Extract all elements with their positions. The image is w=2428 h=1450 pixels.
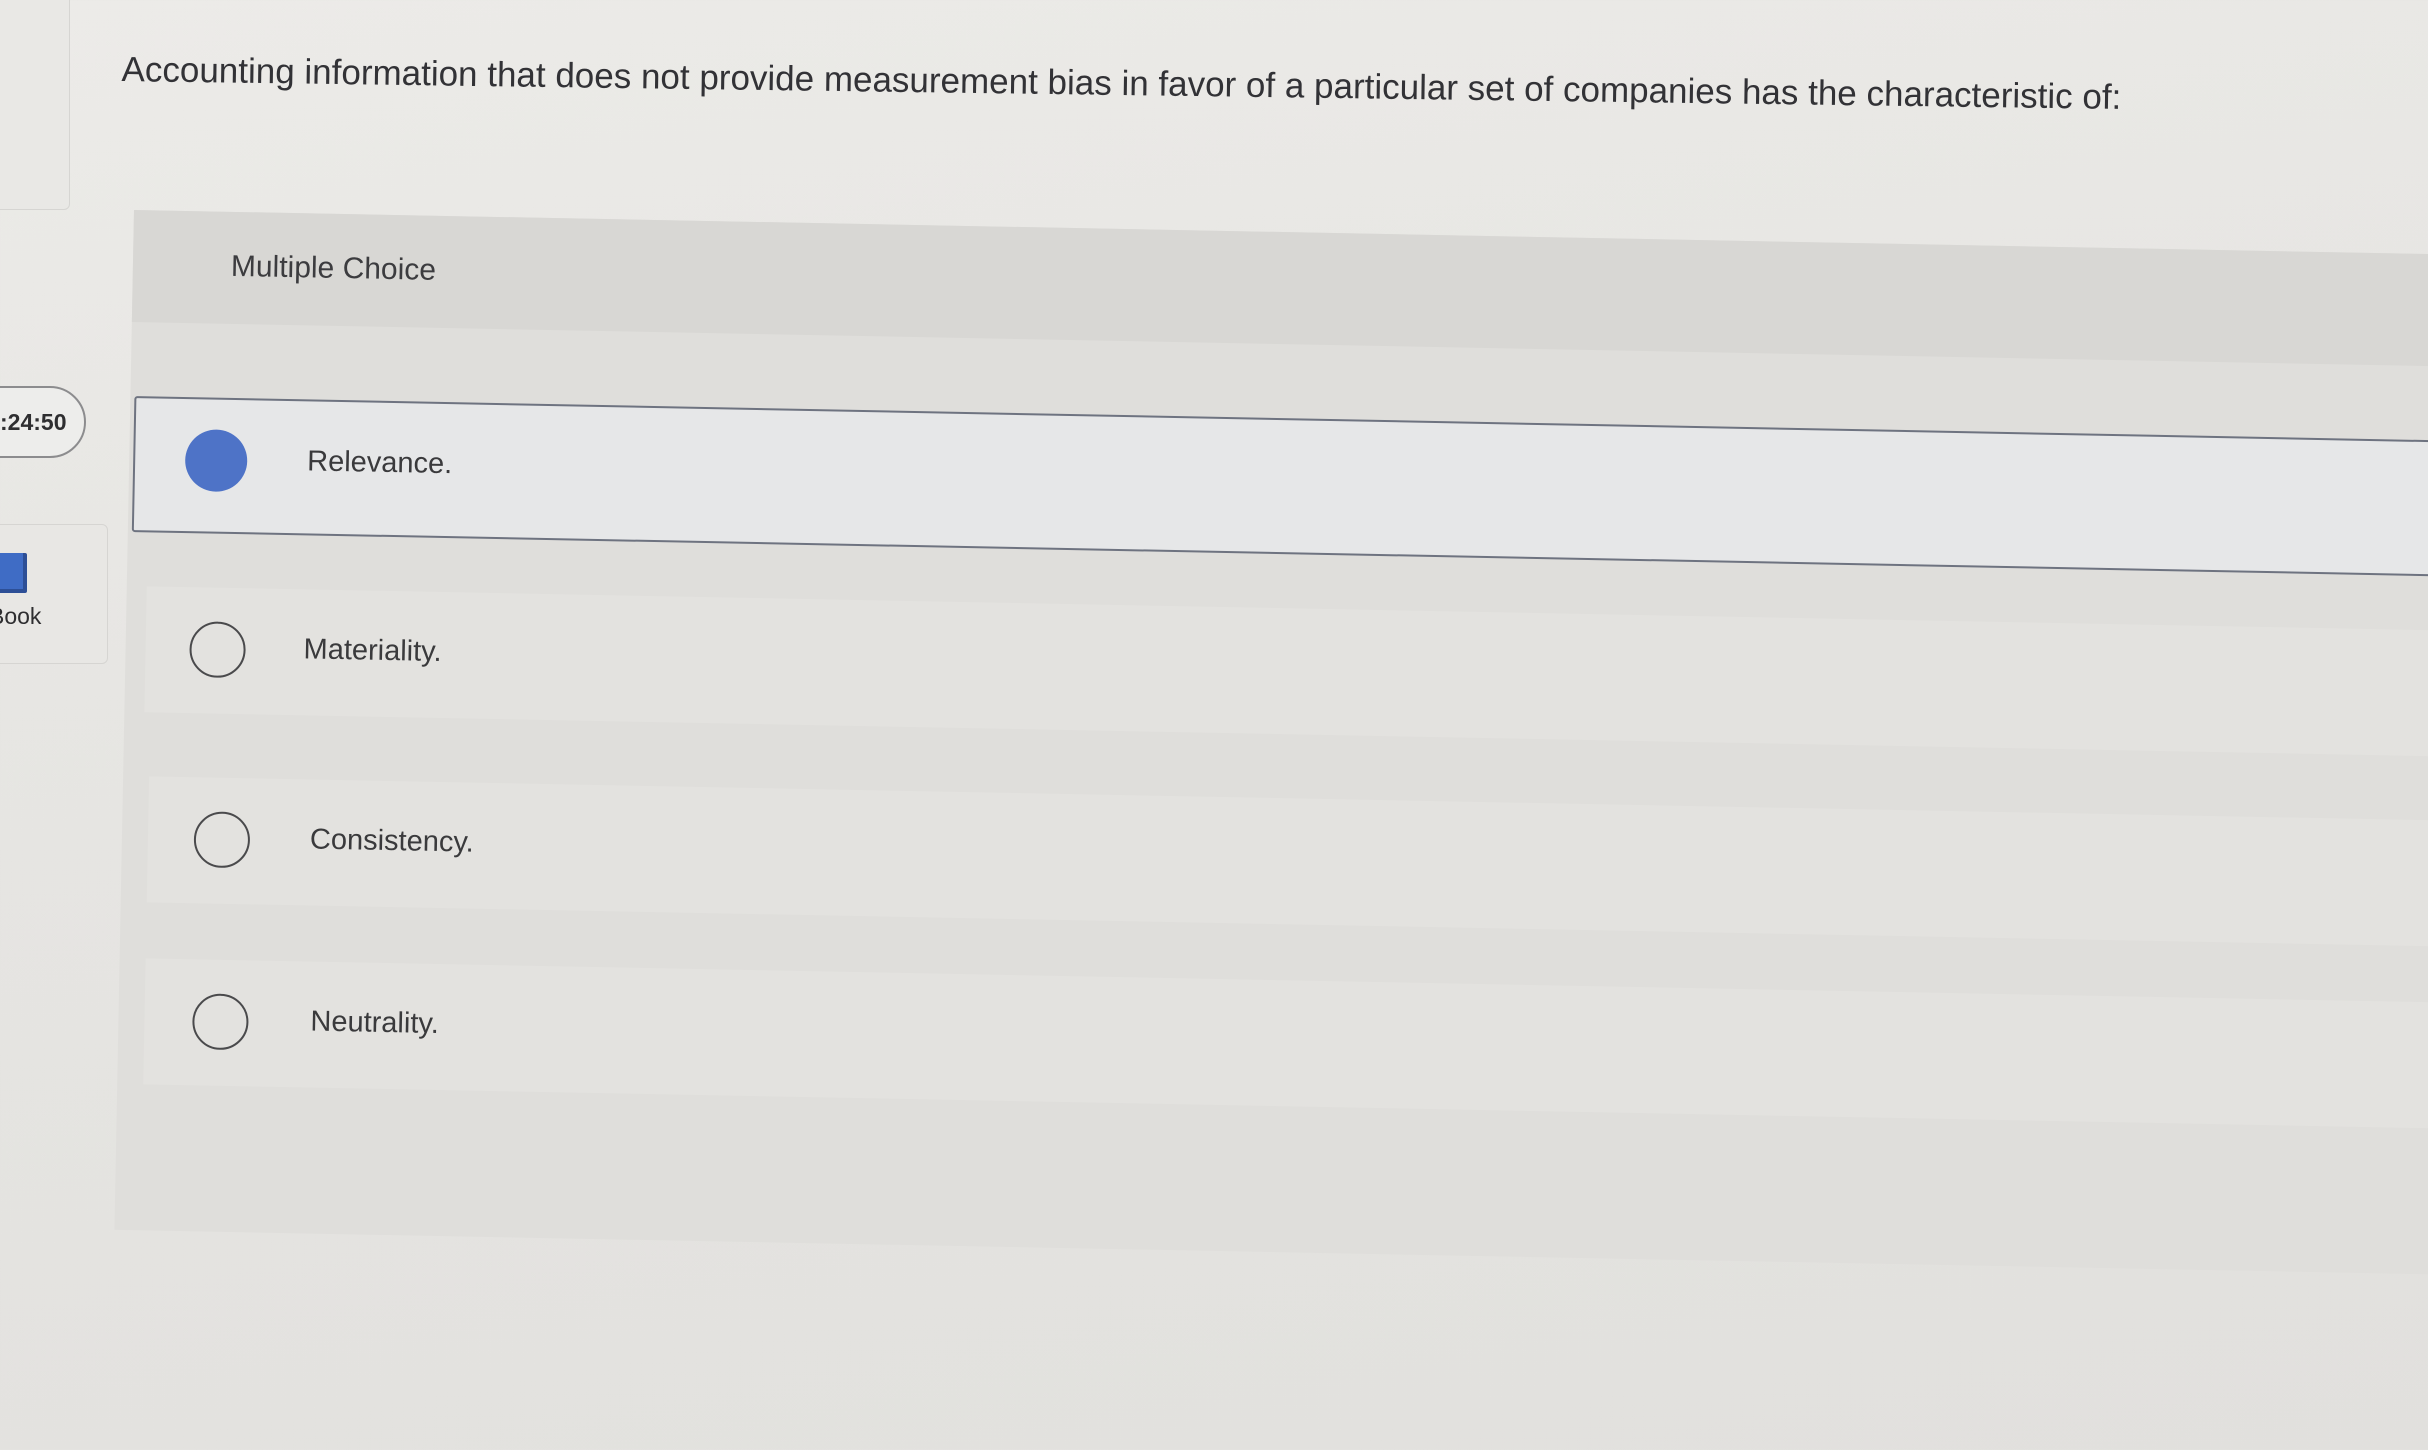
multiple-choice-header: Multiple Choice [131, 210, 2428, 367]
multiple-choice-label: Multiple Choice [230, 249, 437, 287]
answer-option-label: Materiality. [303, 633, 442, 668]
radio-selected-icon[interactable] [184, 429, 248, 493]
answer-option-neutrality[interactable]: Neutrality. [143, 958, 2428, 1129]
ebook-label: Book [0, 603, 42, 629]
multiple-choice-panel: Multiple Choice Relevance. Materiality. … [114, 210, 2428, 1275]
answer-option-consistency[interactable]: Consistency. [146, 776, 2428, 947]
question-text: Accounting information that does not pro… [121, 49, 2122, 117]
question-nav-card [0, 0, 70, 210]
answer-option-materiality[interactable]: Materiality. [144, 586, 2428, 757]
radio-unselected-icon[interactable] [191, 993, 249, 1051]
ebook-button[interactable]: Book [0, 524, 108, 664]
book-icon [0, 553, 27, 593]
answer-option-label: Relevance. [306, 445, 453, 481]
timer-badge[interactable]: :24:50 [0, 386, 86, 458]
answer-option-label: Consistency. [309, 823, 475, 859]
answer-option-relevance[interactable]: Relevance. [131, 396, 2428, 577]
answer-option-label: Neutrality. [310, 1005, 440, 1040]
radio-unselected-icon[interactable] [189, 621, 247, 679]
radio-unselected-icon[interactable] [193, 811, 251, 869]
